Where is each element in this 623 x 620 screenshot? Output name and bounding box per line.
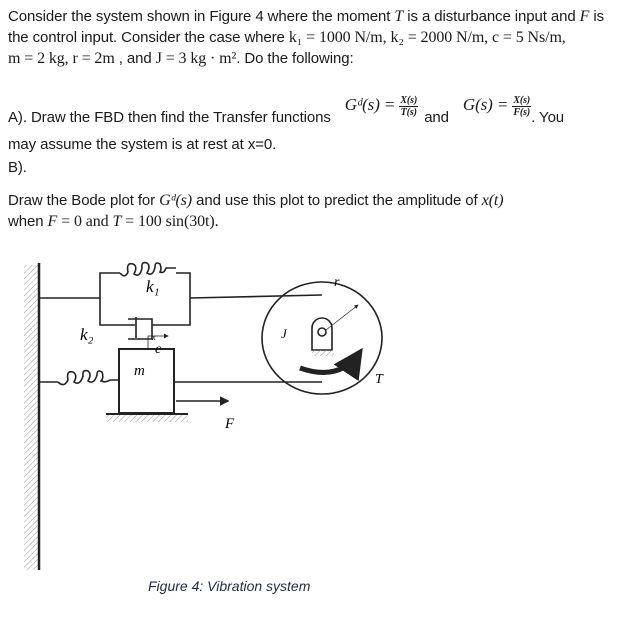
label-J: J [281, 326, 288, 341]
wall [24, 263, 41, 570]
r-value: r = 2m [72, 50, 115, 67]
label-k2: k₂ [80, 325, 94, 344]
label-x: x [151, 333, 156, 342]
part-a-line-1: A) . Draw the FBD then find the Transfer… [8, 95, 565, 126]
J-value: J = 3 kg · m² [155, 50, 237, 67]
vibration-system-figure: k₁ c k₂ m x F J r T [24, 261, 384, 570]
label-T: T [375, 372, 384, 387]
label-k1: k₁ [146, 277, 159, 296]
intro-line-2: the control input. Consider the case whe… [8, 29, 566, 46]
label-c: c [155, 342, 162, 357]
intro-line-1: Consider the system shown in Figure 4 wh… [8, 8, 605, 25]
part-a: A) . Draw the FBD then find the Transfer… [8, 92, 623, 178]
part-b-label: B). [8, 159, 27, 176]
c-value: c = 5 Ns/m, [492, 29, 566, 46]
m-value: m = 2 kg, [8, 50, 73, 67]
label-F: F [224, 416, 235, 432]
part-a-label: A) [8, 109, 23, 126]
k2-value: k₂ = 2000 N/m, [390, 29, 492, 46]
problem-statement: Consider the system shown in Figure 4 wh… [8, 6, 618, 69]
pulley [261, 281, 383, 395]
g-transfer-function: G(s) = X(s) F(s) [462, 95, 532, 118]
part-b: Draw the Bode plot for Gᵈ(s) and use thi… [8, 190, 618, 232]
spring-k2 [57, 369, 120, 386]
k1-value: k₁ = 1000 N/m, [288, 29, 391, 46]
gd-transfer-function: Gᵈ(s) = X(s) T(s) [344, 95, 419, 118]
k2-spring-mass [39, 333, 322, 422]
label-m: m [134, 363, 145, 379]
radius-line [325, 304, 359, 331]
intro-line-3: m = 2 kg, r = 2m , and J = 3 kg · m². Do… [8, 50, 354, 67]
part-b-line-2: when F = 0 and T = 100 sin(30t). [8, 213, 219, 230]
part-a-line-2: may assume the system is at rest at x=0. [8, 136, 277, 153]
label-r: r [334, 275, 340, 290]
part-b-line-1: Draw the Bode plot for Gᵈ(s) and use thi… [8, 192, 504, 209]
spring-k1 [119, 261, 176, 277]
mass-block [118, 348, 175, 414]
figure-caption: Figure 4: Vibration system [148, 578, 311, 594]
